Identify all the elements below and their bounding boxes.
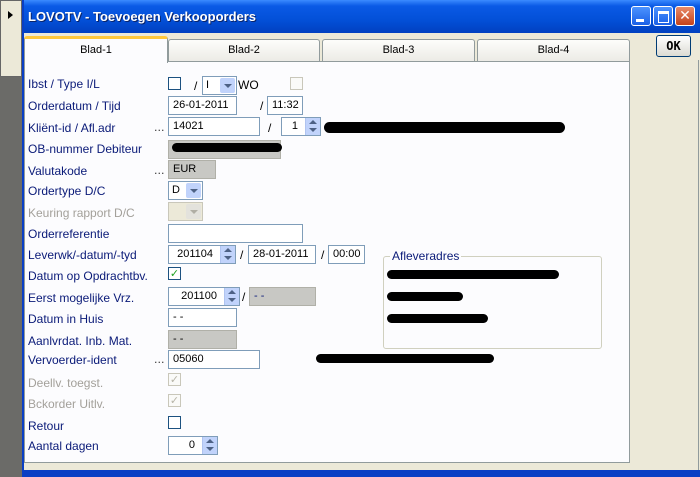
afl-adr-stepper[interactable]: 1: [281, 117, 321, 136]
ibst-checkbox[interactable]: [168, 77, 181, 90]
aanlvrdat-input: - -: [168, 330, 237, 349]
redacted-ob-nummer: [172, 143, 282, 152]
retour-checkbox[interactable]: [168, 416, 181, 429]
close-button[interactable]: ✕: [675, 6, 695, 26]
eerst-mogelijke-value: 201100: [181, 290, 217, 302]
afleveradres-title: Afleveradres: [390, 249, 462, 263]
ibst-label: Ibst / Type I/L: [28, 77, 100, 91]
ok-button[interactable]: OK: [656, 35, 691, 57]
tijd-input[interactable]: 11:32: [267, 96, 303, 115]
dots: ...: [154, 353, 165, 366]
datum-opdracht-checkbox[interactable]: ✓: [168, 267, 181, 280]
spinner-icon[interactable]: [202, 437, 217, 454]
spinner-icon[interactable]: [224, 288, 239, 305]
bckorder-checkbox[interactable]: ✓: [168, 394, 181, 407]
slash: /: [268, 121, 272, 135]
aantal-dagen-stepper[interactable]: 0: [168, 436, 218, 455]
orderdatum-label: Orderdatum / Tijd: [28, 99, 121, 113]
slash: /: [321, 248, 325, 262]
ordertype-select[interactable]: D: [168, 181, 203, 200]
redacted-address-line-1: [387, 270, 559, 279]
deellv-label: Deellv. toegst.: [28, 376, 104, 390]
klient-label: Kliënt-id / Afl.adr: [28, 121, 116, 135]
ob-nummer-label: OB-nummer Debiteur: [28, 142, 143, 156]
leverwk-label: Leverwk/-datum/-tyd: [28, 248, 137, 262]
vervoerder-input[interactable]: 05060: [168, 350, 260, 369]
right-frame: [692, 60, 699, 470]
side-expand-button[interactable]: [0, 0, 22, 77]
close-icon: ✕: [679, 8, 691, 24]
maximize-icon: [658, 11, 669, 23]
ordertype-value: D: [172, 184, 180, 196]
redacted-vervoerder-name: [316, 354, 494, 363]
type-il-select[interactable]: I: [202, 76, 237, 95]
orderreferentie-input[interactable]: [168, 224, 303, 243]
klient-id-input[interactable]: 14021: [168, 117, 260, 136]
retour-label: Retour: [28, 419, 65, 433]
spinner-icon[interactable]: [220, 246, 235, 263]
slash: /: [240, 248, 244, 262]
vervoerder-label: Vervoerder-ident: [28, 353, 117, 367]
tab-blad-2[interactable]: Blad-2: [168, 39, 320, 61]
leverdatum-input[interactable]: 28-01-2011: [248, 245, 316, 264]
redacted-address-line-2: [387, 292, 463, 301]
bckorder-label: Bckorder Uitlv.: [28, 397, 106, 411]
minimize-button[interactable]: [631, 6, 651, 26]
keuring-label: Keuring rapport D/C: [28, 206, 135, 220]
slash: /: [242, 290, 246, 304]
afl-adr-value: 1: [291, 120, 298, 132]
leverwk-value: 201104: [177, 248, 213, 260]
tab-blad-1[interactable]: Blad-1: [24, 36, 168, 63]
type-il-value: I: [206, 79, 210, 91]
aantal-dagen-value: 0: [188, 439, 195, 451]
dots: ...: [154, 121, 165, 134]
wo-label: WO: [238, 78, 259, 92]
eerst-mogelijke-stepper[interactable]: 201100: [168, 287, 240, 306]
minimize-icon: [636, 19, 644, 22]
aanlvrdat-label: Aanlvrdat. Inb. Mat.: [28, 334, 133, 348]
valutakode-label: Valutakode: [28, 164, 88, 178]
redacted-address-line-3: [387, 314, 488, 323]
valutakode-input: EUR: [168, 160, 216, 179]
window: LOVOTV - Toevoegen Verkooporders ✕ Blad-…: [22, 0, 700, 477]
aantal-dagen-label: Aantal dagen: [28, 439, 99, 453]
chevron-down-icon: [186, 183, 201, 198]
slash: /: [260, 99, 264, 113]
deellv-checkbox[interactable]: ✓: [168, 373, 181, 386]
ordertype-label: Ordertype D/C: [28, 184, 106, 198]
tab-blad-4[interactable]: Blad-4: [477, 39, 630, 61]
dots: ...: [154, 164, 165, 177]
datum-in-huis-label: Datum in Huis: [28, 312, 104, 326]
slash: /: [194, 79, 198, 93]
datum-opdracht-label: Datum op Opdrachtbv.: [28, 269, 148, 283]
eerst-mogelijke-label: Eerst mogelijke Vrz.: [28, 291, 135, 305]
window-title: LOVOTV - Toevoegen Verkooporders: [28, 9, 257, 24]
redacted-client-name: [324, 122, 565, 133]
tab-blad-3[interactable]: Blad-3: [322, 39, 475, 61]
triangle-right-icon: [8, 11, 13, 19]
chevron-down-icon: [220, 78, 235, 93]
leverwk-stepper[interactable]: 201104: [168, 245, 236, 264]
window-bottom-border: [24, 470, 700, 477]
datum-in-huis-input[interactable]: - -: [168, 308, 237, 327]
chevron-down-icon: [186, 204, 201, 219]
eerst-mogelijke-date: - -: [249, 287, 316, 306]
orderdatum-input[interactable]: 26-01-2011: [168, 96, 237, 115]
levertijd-input[interactable]: 00:00: [328, 245, 365, 264]
maximize-button[interactable]: [653, 6, 673, 26]
wo-checkbox[interactable]: [290, 77, 303, 90]
orderreferentie-label: Orderreferentie: [28, 227, 110, 241]
keuring-select[interactable]: [168, 202, 203, 221]
spinner-icon[interactable]: [305, 118, 320, 135]
title-bar[interactable]: LOVOTV - Toevoegen Verkooporders ✕: [24, 0, 700, 33]
